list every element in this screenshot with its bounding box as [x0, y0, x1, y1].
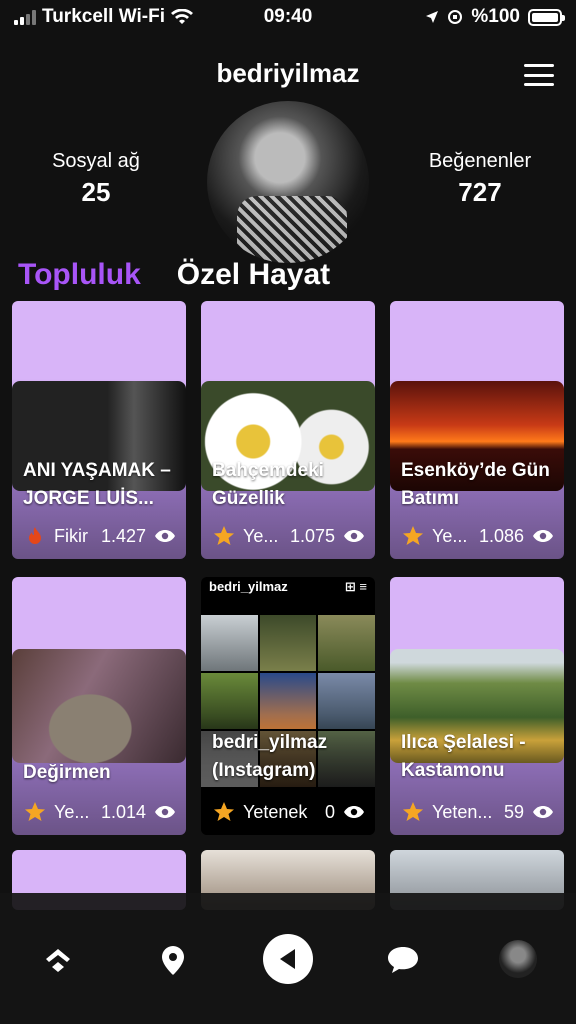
post-title: Bahçemdeki Güzellik	[212, 460, 324, 509]
post-title: Ilıca Şelalesi - Kastamonu	[401, 732, 526, 781]
location-arrow-icon	[426, 11, 439, 23]
post-category: Ye...	[432, 525, 468, 546]
star-icon	[214, 526, 234, 545]
star-icon	[25, 802, 45, 821]
play-nav-button[interactable]	[263, 934, 313, 984]
view-count: 1.075	[289, 525, 335, 546]
star-icon	[403, 526, 423, 545]
hamburger-menu-icon[interactable]	[524, 64, 554, 86]
post-title: ANI YAŞAMAK – JORGE LUİS...	[23, 460, 171, 509]
post-category: Ye...	[54, 801, 90, 822]
eye-icon	[344, 530, 364, 542]
post-category: Ye...	[243, 525, 279, 546]
battery-icon	[528, 8, 565, 26]
post-title: Esenköy’de Gün Batımı	[401, 460, 550, 509]
instagram-handle: bedri_yilmaz	[209, 579, 288, 594]
eye-icon	[155, 530, 175, 542]
view-count: 1.427	[100, 525, 146, 546]
status-bar: Turkcell Wi-Fi 09:40 %100	[0, 0, 576, 34]
post-image	[12, 649, 186, 763]
post-title: Değirmen	[23, 762, 111, 783]
post-card-instagram[interactable]: bedri_yilmaz ⊞ ≡ bedri_yilmaz (Instagram…	[201, 577, 375, 835]
instagram-header: bedri_yilmaz ⊞ ≡	[201, 577, 375, 599]
orientation-lock-icon	[448, 10, 463, 24]
social-network-label: Sosyal ağ	[52, 150, 140, 172]
eye-icon	[155, 806, 175, 818]
tab-topluluk[interactable]: Topluluk	[18, 258, 141, 292]
profile-tabs: Topluluk Özel Hayat	[18, 258, 330, 292]
home-nav-icon[interactable]	[38, 940, 78, 980]
view-count: 1.086	[478, 525, 524, 546]
social-network-stat[interactable]: Sosyal ağ 25	[6, 150, 186, 208]
eye-icon	[533, 530, 553, 542]
instagram-header-icons: ⊞ ≡	[344, 579, 367, 594]
post-category: Yeten...	[432, 801, 493, 822]
battery-percent: %100	[471, 6, 520, 27]
post-category: Fikir	[54, 525, 88, 546]
flame-icon	[29, 527, 41, 544]
view-count: 1.014	[100, 801, 146, 822]
post-card[interactable]: Esenköy’de Gün Batımı Ye... 1.086	[390, 301, 564, 559]
profile-avatar[interactable]	[207, 101, 369, 263]
post-card[interactable]: ANI YAŞAMAK – JORGE LUİS... Fikir 1.427	[12, 301, 186, 559]
chat-nav-icon[interactable]	[383, 940, 423, 980]
profile-nav-avatar[interactable]	[499, 940, 537, 978]
eye-icon	[533, 806, 553, 818]
post-title: bedri_yilmaz (Instagram)	[212, 732, 328, 781]
post-card[interactable]: Bahçemdeki Güzellik Ye... 1.075	[201, 301, 375, 559]
location-nav-icon[interactable]	[153, 940, 193, 980]
profile-username: bedriyilmaz	[216, 58, 360, 88]
likers-label: Beğenenler	[428, 150, 532, 172]
eye-icon	[344, 806, 364, 818]
post-category: Yetenek	[243, 801, 308, 822]
likers-stat[interactable]: Beğenenler 727	[390, 150, 570, 208]
star-icon	[403, 802, 423, 821]
social-network-count: 25	[81, 177, 111, 207]
tab-ozel-hayat[interactable]: Özel Hayat	[177, 258, 330, 292]
view-count: 0	[324, 801, 335, 822]
star-icon	[214, 802, 234, 821]
post-card[interactable]: Değirmen Ye... 1.014	[12, 577, 186, 835]
likers-count: 727	[458, 177, 502, 207]
view-count: 59	[503, 801, 524, 822]
post-card[interactable]: Ilıca Şelalesi - Kastamonu Yeten... 59	[390, 577, 564, 835]
